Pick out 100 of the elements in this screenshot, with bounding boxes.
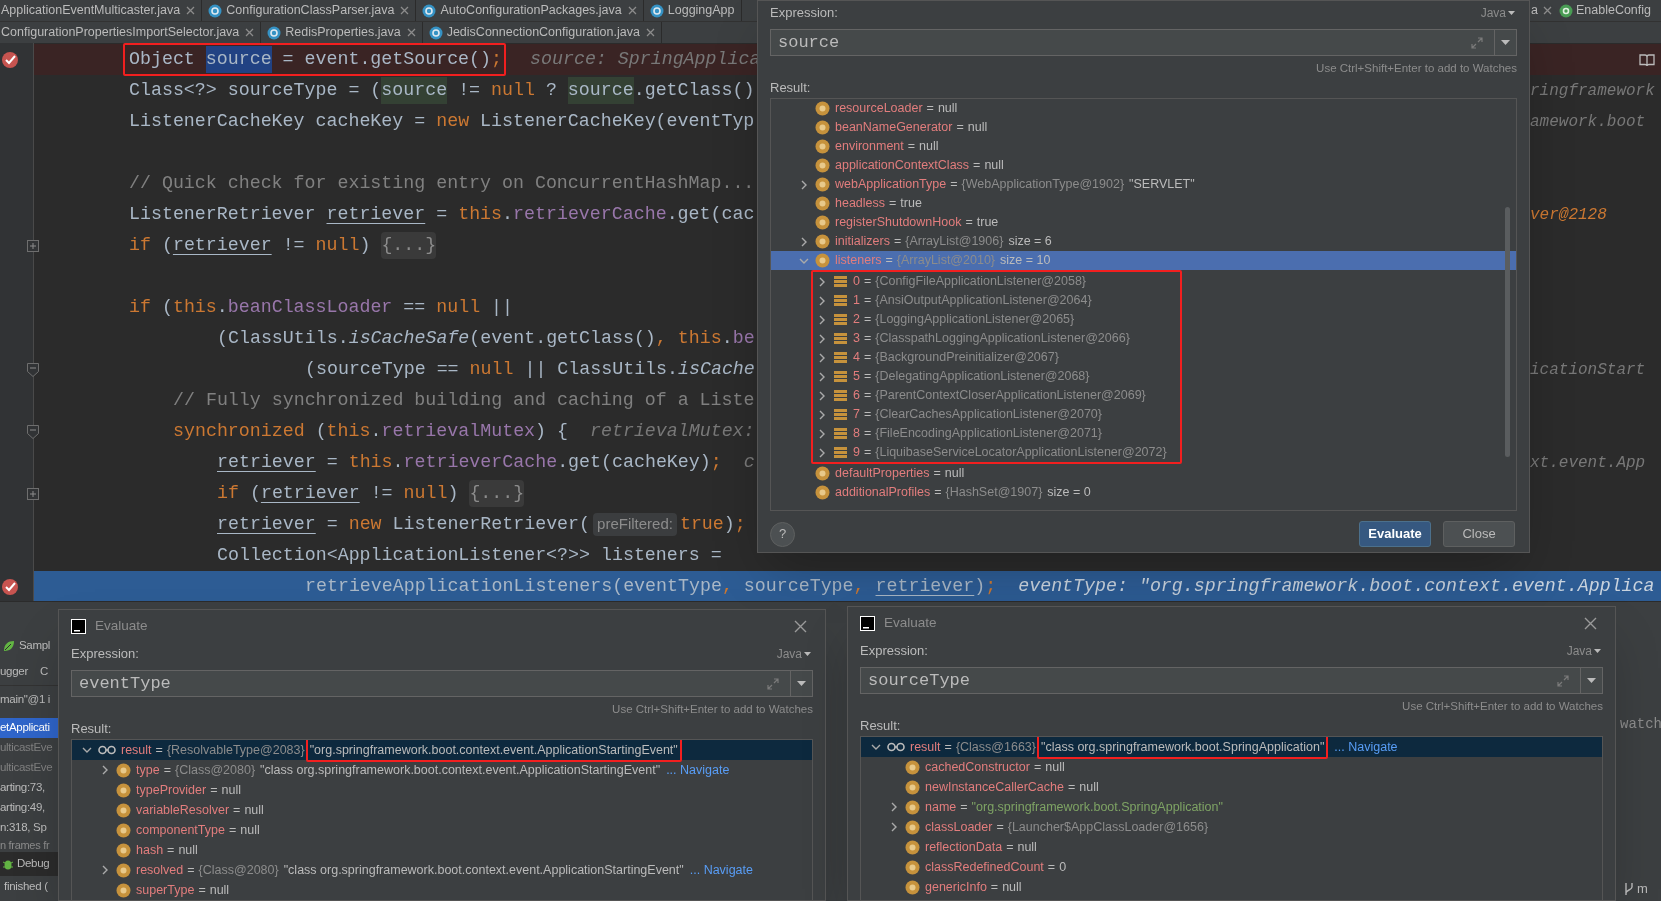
tree-row[interactable]: 3 = {ClasspathLoggingApplicationListener@2066} (813, 329, 1172, 348)
tree-row[interactable]: beanNameGenerator = null (771, 118, 1516, 137)
debugger-tab[interactable]: C (39, 662, 48, 681)
field-icon (905, 799, 920, 815)
chevron-down-icon[interactable] (82, 745, 92, 755)
field-icon (815, 120, 830, 135)
close-button[interactable]: Close (1443, 521, 1515, 547)
debug-hint: ringframework (1530, 80, 1655, 102)
close-icon[interactable] (1542, 6, 1552, 15)
tree-row[interactable]: environment = null (771, 137, 1516, 156)
tree-row[interactable]: type = {Class@2080} "class org.springframework.boot.context.event.ApplicationStartingEvent" ... Navigate (72, 760, 812, 780)
tree-row[interactable]: 1 = {AnsiOutputApplicationListener@2064} (813, 291, 1172, 310)
language-dropdown[interactable]: Java (1566, 642, 1601, 660)
tree-row[interactable]: componentType = null (72, 820, 812, 840)
close-icon[interactable] (794, 619, 807, 633)
editor-tab[interactable]: RedisProperties.java (261, 22, 423, 43)
tree-row[interactable]: 6 = {ParentContextCloserApplicationListener@2069} (813, 386, 1172, 405)
tree-row[interactable]: result = {Class@1663} "class org.springframework.boot.SpringApplication" ... Navigate (861, 737, 1602, 757)
chevron-right-icon[interactable] (799, 236, 809, 247)
fold-plus-icon[interactable] (27, 487, 39, 500)
language-dropdown[interactable]: Java (776, 645, 811, 663)
chevron-right-icon[interactable] (889, 802, 899, 812)
thread-selector[interactable]: main"@1 i (0, 686, 51, 714)
close-icon[interactable] (400, 6, 410, 15)
close-icon[interactable] (627, 6, 637, 15)
tree-row[interactable]: headless = true (771, 194, 1516, 213)
chevron-right-icon[interactable] (817, 409, 827, 420)
tree-row[interactable]: 5 = {DelegatingApplicationListener@2068} (813, 367, 1172, 386)
chevron-right-icon[interactable] (817, 314, 827, 325)
tree-row[interactable]: defaultProperties = null (771, 464, 1516, 483)
tree-row[interactable]: typeProvider = null (72, 780, 812, 800)
tree-row[interactable]: genericInfo = null (861, 877, 1602, 897)
field-label: Expression: (860, 642, 928, 661)
tree-row[interactable]: 4 = {BackgroundPreinitializer@2067} (813, 348, 1172, 367)
expression-field[interactable]: sourceType (860, 667, 1603, 694)
close-icon[interactable] (186, 6, 196, 15)
evaluate-button[interactable]: Evaluate (1359, 521, 1431, 547)
object-reference: {LiquibaseServiceLocatorApplicationListener@2072} (875, 444, 1167, 462)
tree-row[interactable]: additionalProfiles = {HashSet@1907} size = 0 (771, 483, 1516, 502)
language-dropdown[interactable]: Java (1480, 4, 1515, 22)
stack-frame[interactable]: arting:49, (0, 798, 45, 818)
chevron-right-icon[interactable] (817, 371, 827, 382)
tree-row[interactable]: superType = null (72, 880, 812, 900)
tree-row[interactable]: registerShutdownHook = true (771, 213, 1516, 232)
chevron-right-icon[interactable] (817, 352, 827, 363)
navigate-link[interactable]: ... Navigate (1334, 737, 1398, 757)
tree-row[interactable]: resourceLoader = null (771, 99, 1516, 118)
chevron-right-icon[interactable] (799, 179, 809, 190)
close-icon[interactable] (645, 28, 655, 37)
chevron-right-icon[interactable] (817, 447, 827, 458)
expression-field[interactable]: eventType (71, 670, 813, 697)
chevron-right-icon[interactable] (100, 765, 110, 775)
breakpoint-icon[interactable] (1, 577, 19, 596)
stack-frame[interactable]: n:318, Sp (0, 818, 47, 838)
close-icon[interactable] (1584, 616, 1597, 630)
help-button[interactable]: ? (770, 521, 795, 547)
chevron-right-icon[interactable] (100, 865, 110, 875)
tree-row[interactable]: name = "org.springframework.boot.SpringApplication" (861, 797, 1602, 817)
tree-row[interactable]: resolved = {Class@2080} "class org.springframework.boot.context.event.ApplicationStartingEvent" ... Navigate (72, 860, 812, 880)
chevron-right-icon[interactable] (817, 276, 827, 287)
close-icon[interactable] (406, 28, 416, 37)
tree-row[interactable]: 8 = {FileEncodingApplicationListener@2071} (813, 424, 1172, 443)
tree-row[interactable]: variableResolver = null (72, 800, 812, 820)
stack-frame[interactable]: etApplicati (0, 718, 58, 738)
navigate-link[interactable]: ... Navigate (666, 760, 730, 780)
close-icon[interactable] (245, 28, 255, 37)
tree-row[interactable]: webApplicationType = {WebApplicationType@1902} "SERVLET" (771, 175, 1516, 194)
stack-frame[interactable]: arting:73, (0, 778, 45, 798)
scrollbar[interactable] (1505, 207, 1510, 457)
tree-row[interactable]: cachedConstructor = null (861, 757, 1602, 777)
chevron-right-icon[interactable] (817, 295, 827, 306)
book-icon[interactable] (1639, 52, 1655, 67)
tree-row[interactable]: 7 = {ClearCachesApplicationListener@2070} (813, 405, 1172, 424)
expression-field[interactable]: source (770, 29, 1517, 56)
chevron-right-icon[interactable] (817, 333, 827, 344)
tree-row[interactable]: classRedefinedCount = 0 (861, 857, 1602, 877)
tree-row[interactable]: 9 = {LiquibaseServiceLocatorApplicationListener@2072} (813, 443, 1172, 462)
editor-tab[interactable]: EnableConfig (1557, 0, 1654, 21)
chevron-right-icon[interactable] (817, 428, 827, 439)
tree-row[interactable]: reflectionData = null (861, 837, 1602, 857)
chevron-right-icon[interactable] (817, 390, 827, 401)
tree-row[interactable]: applicationContextClass = null (771, 156, 1516, 175)
tree-row[interactable]: 2 = {LoggingApplicationListener@2065} (813, 310, 1172, 329)
tree-row[interactable]: result = {ResolvableType@2083} "org.springframework.boot.context.event.ApplicationStartingEvent" (72, 740, 812, 760)
breakpoint-icon[interactable] (1, 50, 19, 69)
tree-row[interactable]: 0 = {ConfigFileApplicationListener@2058} (813, 272, 1172, 291)
debug-tool-tab[interactable]: Debug (0, 852, 58, 876)
editor-tab[interactable]: a (1530, 0, 1555, 21)
editor-tab[interactable]: JedisConnectionConfiguration.java (422, 22, 662, 43)
navigate-link[interactable]: ... Navigate (689, 860, 753, 880)
fold-minus-icon[interactable] (27, 424, 39, 439)
chevron-down-icon[interactable] (871, 742, 881, 752)
chevron-right-icon[interactable] (889, 822, 899, 832)
fold-plus-icon[interactable] (27, 239, 39, 252)
tree-row[interactable]: newInstanceCallerCache = null (861, 777, 1602, 797)
debugger-tab[interactable]: ugger (0, 662, 28, 681)
fold-minus-icon[interactable] (27, 362, 39, 377)
tree-row[interactable]: classLoader = {Launcher$AppClassLoader@1656} (861, 817, 1602, 837)
tree-row[interactable]: hash = null (72, 840, 812, 860)
tree-row[interactable]: initializers = {ArrayList@1906} size = 6 (771, 232, 1516, 251)
